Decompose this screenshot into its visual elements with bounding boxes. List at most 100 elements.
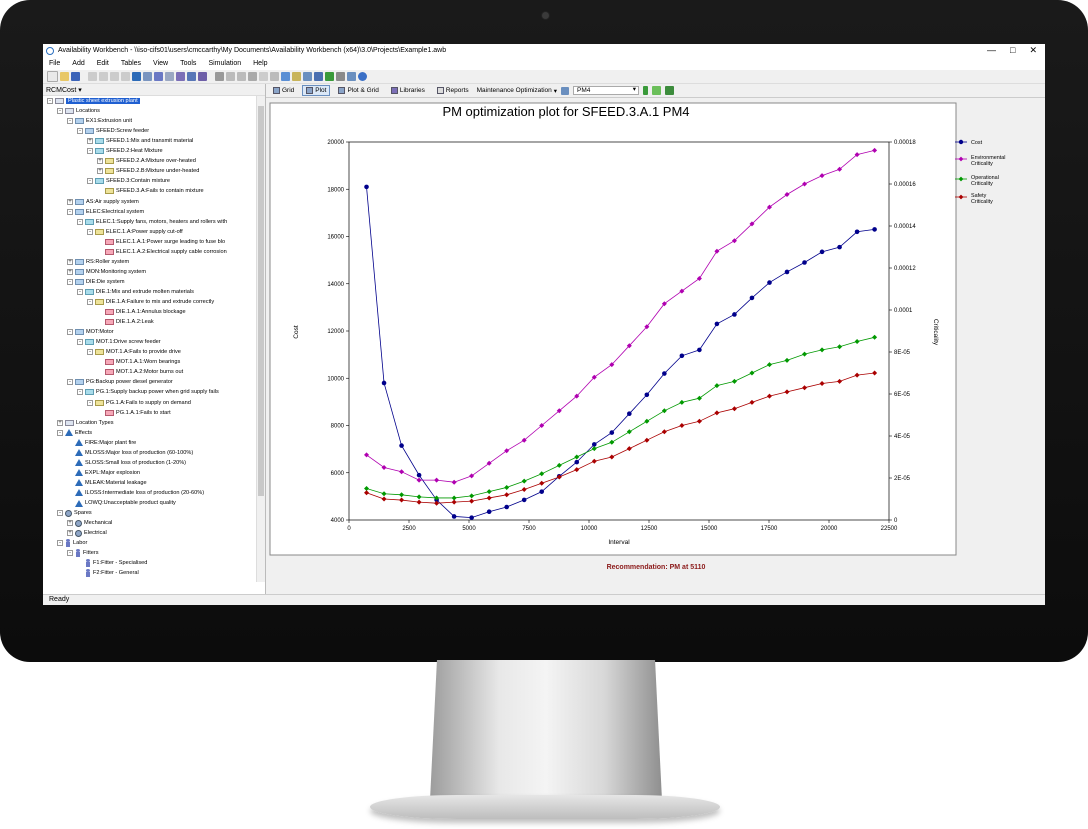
open-folder-icon[interactable] bbox=[60, 72, 69, 81]
toolbar-icon-5[interactable] bbox=[187, 72, 196, 81]
undo-icon[interactable] bbox=[259, 72, 268, 81]
new-file-icon[interactable] bbox=[47, 71, 58, 82]
tree-node[interactable]: + Mechanical bbox=[67, 518, 112, 528]
tree-node[interactable]: DIE.1.A.2:Leak bbox=[97, 317, 154, 327]
menu-help[interactable]: Help bbox=[247, 58, 273, 70]
collapse-icon[interactable]: - bbox=[67, 550, 73, 557]
optimization-mode-dropdown[interactable]: Maintenance Optimization ▾ bbox=[477, 87, 557, 95]
module-dropdown[interactable]: RCMCost ▾ bbox=[43, 84, 265, 96]
collapse-icon[interactable]: - bbox=[77, 218, 83, 225]
tree-node[interactable]: F1:Fitter - Specialised bbox=[77, 558, 147, 568]
toolbar-icon-14[interactable] bbox=[665, 86, 675, 95]
effect-icon[interactable] bbox=[132, 72, 141, 81]
expand-icon[interactable]: + bbox=[87, 138, 93, 145]
equipment-icon[interactable] bbox=[176, 72, 185, 81]
expand-icon[interactable]: + bbox=[97, 158, 103, 165]
tree-node[interactable]: - Effects bbox=[57, 428, 92, 438]
tree-node[interactable]: - DIE.1.A:Failure to mix and extrude corr… bbox=[87, 297, 214, 307]
tree-node[interactable]: + SFEED.2.B:Mixture under-heated bbox=[97, 166, 199, 176]
tree-node[interactable]: - Spares bbox=[57, 508, 92, 518]
tree-node[interactable]: - Plastic sheet extrusion plant bbox=[47, 96, 140, 106]
tree-node[interactable]: - MOT.1:Drive screw feeder bbox=[77, 337, 161, 347]
tree-node[interactable]: + Location Types bbox=[57, 418, 114, 428]
menu-view[interactable]: View bbox=[147, 58, 174, 70]
tree-node[interactable]: - MOT:Motor bbox=[67, 327, 114, 337]
menu-file[interactable]: File bbox=[43, 58, 66, 70]
toolbar-icon-2[interactable] bbox=[99, 72, 108, 81]
collapse-icon[interactable]: - bbox=[77, 128, 83, 135]
collapse-icon[interactable]: - bbox=[87, 228, 93, 235]
tree-scrollbar[interactable] bbox=[256, 96, 265, 582]
toolbar-icon-11[interactable] bbox=[314, 72, 323, 81]
toolbar-icon-4[interactable] bbox=[121, 72, 130, 81]
toolbar-icon-6[interactable] bbox=[198, 72, 207, 81]
tree-node[interactable]: + MON:Monitoring system bbox=[67, 267, 146, 277]
tree-node[interactable]: ELEC.1.A.1:Power surge leading to fuse b… bbox=[97, 237, 225, 247]
menu-add[interactable]: Add bbox=[66, 58, 90, 70]
tree-node[interactable]: ILOSS:Intermediate loss of production (2… bbox=[67, 488, 204, 498]
tree-node[interactable]: - DIE.1:Mix and extrude molten materials bbox=[77, 287, 194, 297]
collapse-icon[interactable]: - bbox=[77, 389, 83, 396]
collapse-icon[interactable]: - bbox=[67, 379, 73, 386]
collapse-icon[interactable]: - bbox=[87, 178, 93, 185]
toolbar-icon-13[interactable] bbox=[652, 86, 662, 95]
expand-icon[interactable]: + bbox=[67, 258, 73, 265]
collapse-icon[interactable]: - bbox=[47, 98, 53, 104]
toolbar-icon-12[interactable] bbox=[336, 72, 345, 81]
traffic-light-icon[interactable] bbox=[325, 72, 334, 81]
menu-tools[interactable]: Tools bbox=[174, 58, 202, 70]
labor-icon[interactable] bbox=[154, 72, 163, 81]
tree-node[interactable]: LOWQ:Unacceptable product quality bbox=[67, 498, 176, 508]
tree-node[interactable]: + SFEED.2.A:Mixture over-heated bbox=[97, 156, 196, 166]
collapse-icon[interactable]: - bbox=[87, 349, 93, 356]
tree-node[interactable]: MOT.1.A.1:Worn bearings bbox=[97, 357, 180, 367]
cut-icon[interactable] bbox=[215, 72, 224, 81]
toolbar-icon-7[interactable] bbox=[270, 72, 279, 81]
tree-node[interactable]: SFEED.3.A:Fails to contain mixture bbox=[97, 186, 204, 196]
expand-icon[interactable]: + bbox=[67, 520, 73, 527]
chart-icon[interactable] bbox=[561, 86, 570, 95]
tab-plot[interactable]: Plot bbox=[302, 85, 331, 96]
tree-node[interactable]: MOT.1.A.2:Motor burns out bbox=[97, 367, 183, 377]
tab-grid[interactable]: Grid bbox=[269, 85, 298, 96]
task-select[interactable]: PM4 bbox=[573, 86, 640, 95]
tree-node[interactable]: F2:Fitter - General bbox=[77, 568, 139, 578]
tree-node[interactable]: ELEC.1.A.2:Electrical supply cable corro… bbox=[97, 247, 227, 257]
collapse-icon[interactable]: - bbox=[67, 208, 73, 215]
tree-node[interactable]: - PG:Backup power diesel generator bbox=[67, 377, 173, 387]
toolbar-icon-10[interactable] bbox=[303, 72, 312, 81]
tree-node[interactable]: MLOSS:Major loss of production (60-100%) bbox=[67, 448, 193, 458]
expand-icon[interactable]: + bbox=[67, 268, 73, 275]
toolbar-icon-8[interactable] bbox=[281, 72, 290, 81]
collapse-icon[interactable]: - bbox=[57, 108, 63, 115]
tree-node[interactable]: - ELEC.1:Supply fans, motors, heaters and… bbox=[77, 217, 227, 227]
toolbar-icon-9[interactable] bbox=[292, 72, 301, 81]
collapse-icon[interactable]: - bbox=[87, 148, 93, 155]
tree-node[interactable]: PG.1.A.1:Fails to start bbox=[97, 408, 171, 418]
tree-node[interactable]: - Labor bbox=[57, 538, 87, 548]
spares-icon[interactable] bbox=[143, 72, 152, 81]
tree-node[interactable]: + RS:Roller system bbox=[67, 257, 129, 267]
expand-icon[interactable]: + bbox=[67, 198, 73, 205]
tree-node[interactable]: DIE.1.A.1:Annulus blockage bbox=[97, 307, 186, 317]
minimize-button[interactable]: — bbox=[987, 45, 996, 56]
paste-icon[interactable] bbox=[237, 72, 246, 81]
tree-node[interactable]: - ELEC:Electrical system bbox=[67, 207, 144, 217]
menu-tables[interactable]: Tables bbox=[115, 58, 147, 70]
tree-node[interactable]: - PG.1.A:Fails to supply on demand bbox=[87, 398, 191, 408]
run-icon[interactable] bbox=[643, 86, 649, 95]
tree-node[interactable]: - SFEED.3:Contain mixture bbox=[87, 176, 170, 186]
help-icon[interactable] bbox=[358, 72, 367, 81]
expand-icon[interactable]: + bbox=[57, 419, 63, 426]
search-icon[interactable] bbox=[347, 72, 356, 81]
tree-node[interactable]: - EX1:Extrusion unit bbox=[67, 116, 132, 126]
tree-node[interactable]: + Electrical bbox=[67, 528, 107, 538]
toolbar-icon-1[interactable] bbox=[88, 72, 97, 81]
tree-node[interactable]: FIRE:Major plant fire bbox=[67, 438, 136, 448]
toolbar-icon-3[interactable] bbox=[110, 72, 119, 81]
tree-node[interactable]: - Locations bbox=[57, 106, 100, 116]
collapse-icon[interactable]: - bbox=[77, 288, 83, 295]
close-button[interactable]: ✕ bbox=[1029, 45, 1037, 56]
tree-node[interactable]: EXPL:Major explosion bbox=[67, 468, 140, 478]
collapse-icon[interactable]: - bbox=[67, 278, 73, 285]
